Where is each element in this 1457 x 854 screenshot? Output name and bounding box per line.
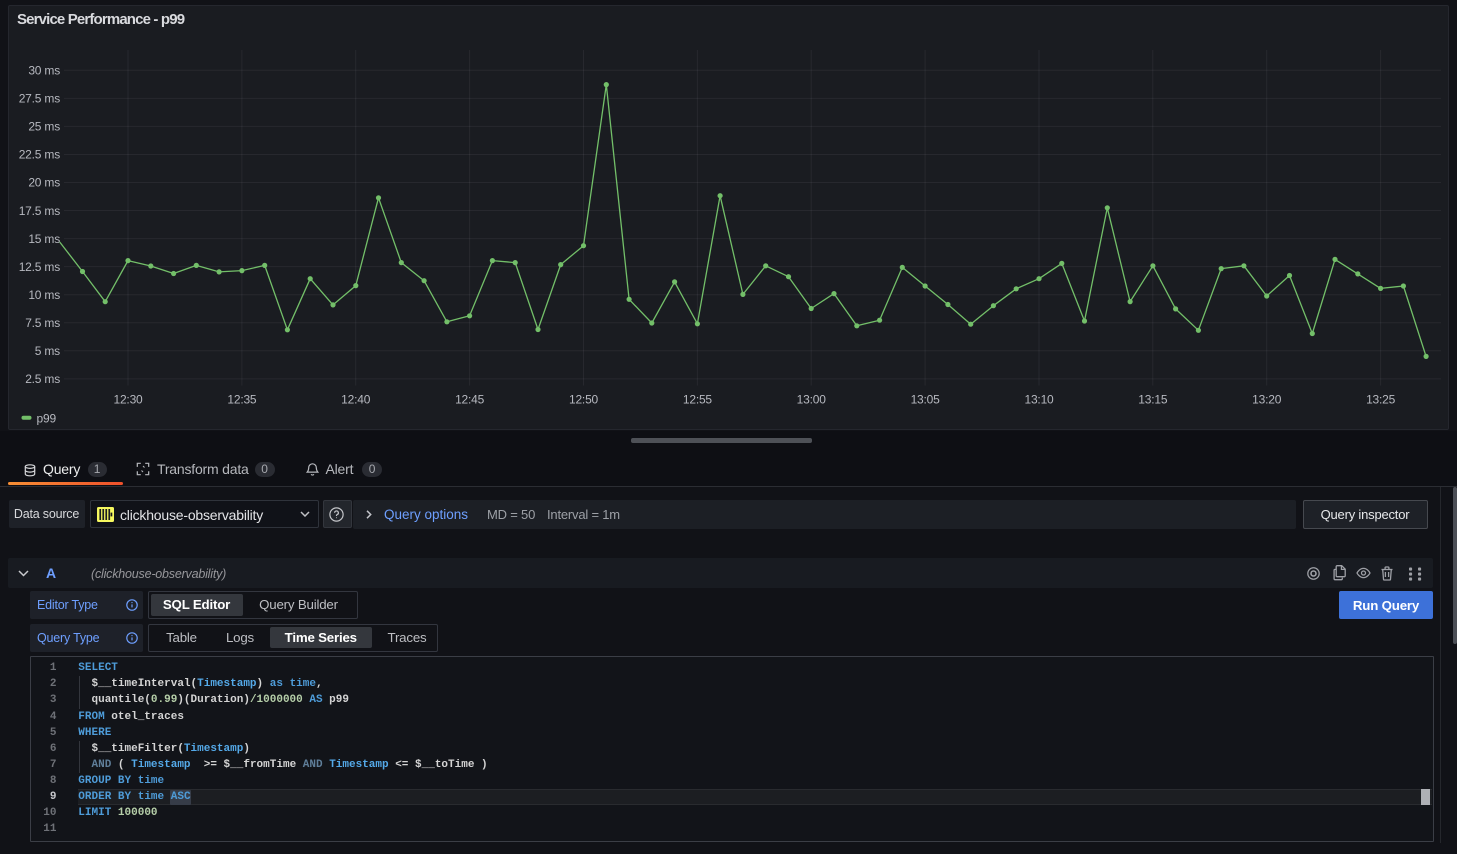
svg-text:22.5 ms: 22.5 ms — [19, 148, 60, 162]
svg-text:12:40: 12:40 — [341, 393, 371, 407]
svg-text:10 ms: 10 ms — [28, 288, 60, 302]
svg-text:25 ms: 25 ms — [28, 120, 60, 134]
svg-text:13:20: 13:20 — [1252, 393, 1282, 407]
svg-text:20 ms: 20 ms — [28, 176, 60, 190]
svg-text:17.5 ms: 17.5 ms — [19, 204, 60, 218]
svg-text:30 ms: 30 ms — [28, 64, 60, 78]
svg-text:12:50: 12:50 — [569, 393, 599, 407]
svg-text:12:35: 12:35 — [227, 393, 257, 407]
svg-text:12:45: 12:45 — [455, 393, 485, 407]
svg-text:12:30: 12:30 — [113, 393, 143, 407]
svg-text:13:10: 13:10 — [1024, 393, 1054, 407]
svg-text:13:05: 13:05 — [911, 393, 941, 407]
svg-text:12.5 ms: 12.5 ms — [19, 260, 60, 274]
svg-text:7.5 ms: 7.5 ms — [25, 316, 60, 330]
svg-text:p99: p99 — [37, 412, 57, 426]
svg-text:2.5 ms: 2.5 ms — [25, 372, 60, 386]
svg-text:12:55: 12:55 — [683, 393, 713, 407]
svg-text:27.5 ms: 27.5 ms — [19, 92, 60, 106]
svg-text:5 ms: 5 ms — [35, 344, 60, 358]
svg-text:13:00: 13:00 — [797, 393, 827, 407]
svg-text:13:25: 13:25 — [1366, 393, 1396, 407]
svg-text:15 ms: 15 ms — [28, 232, 60, 246]
svg-text:13:15: 13:15 — [1138, 393, 1168, 407]
